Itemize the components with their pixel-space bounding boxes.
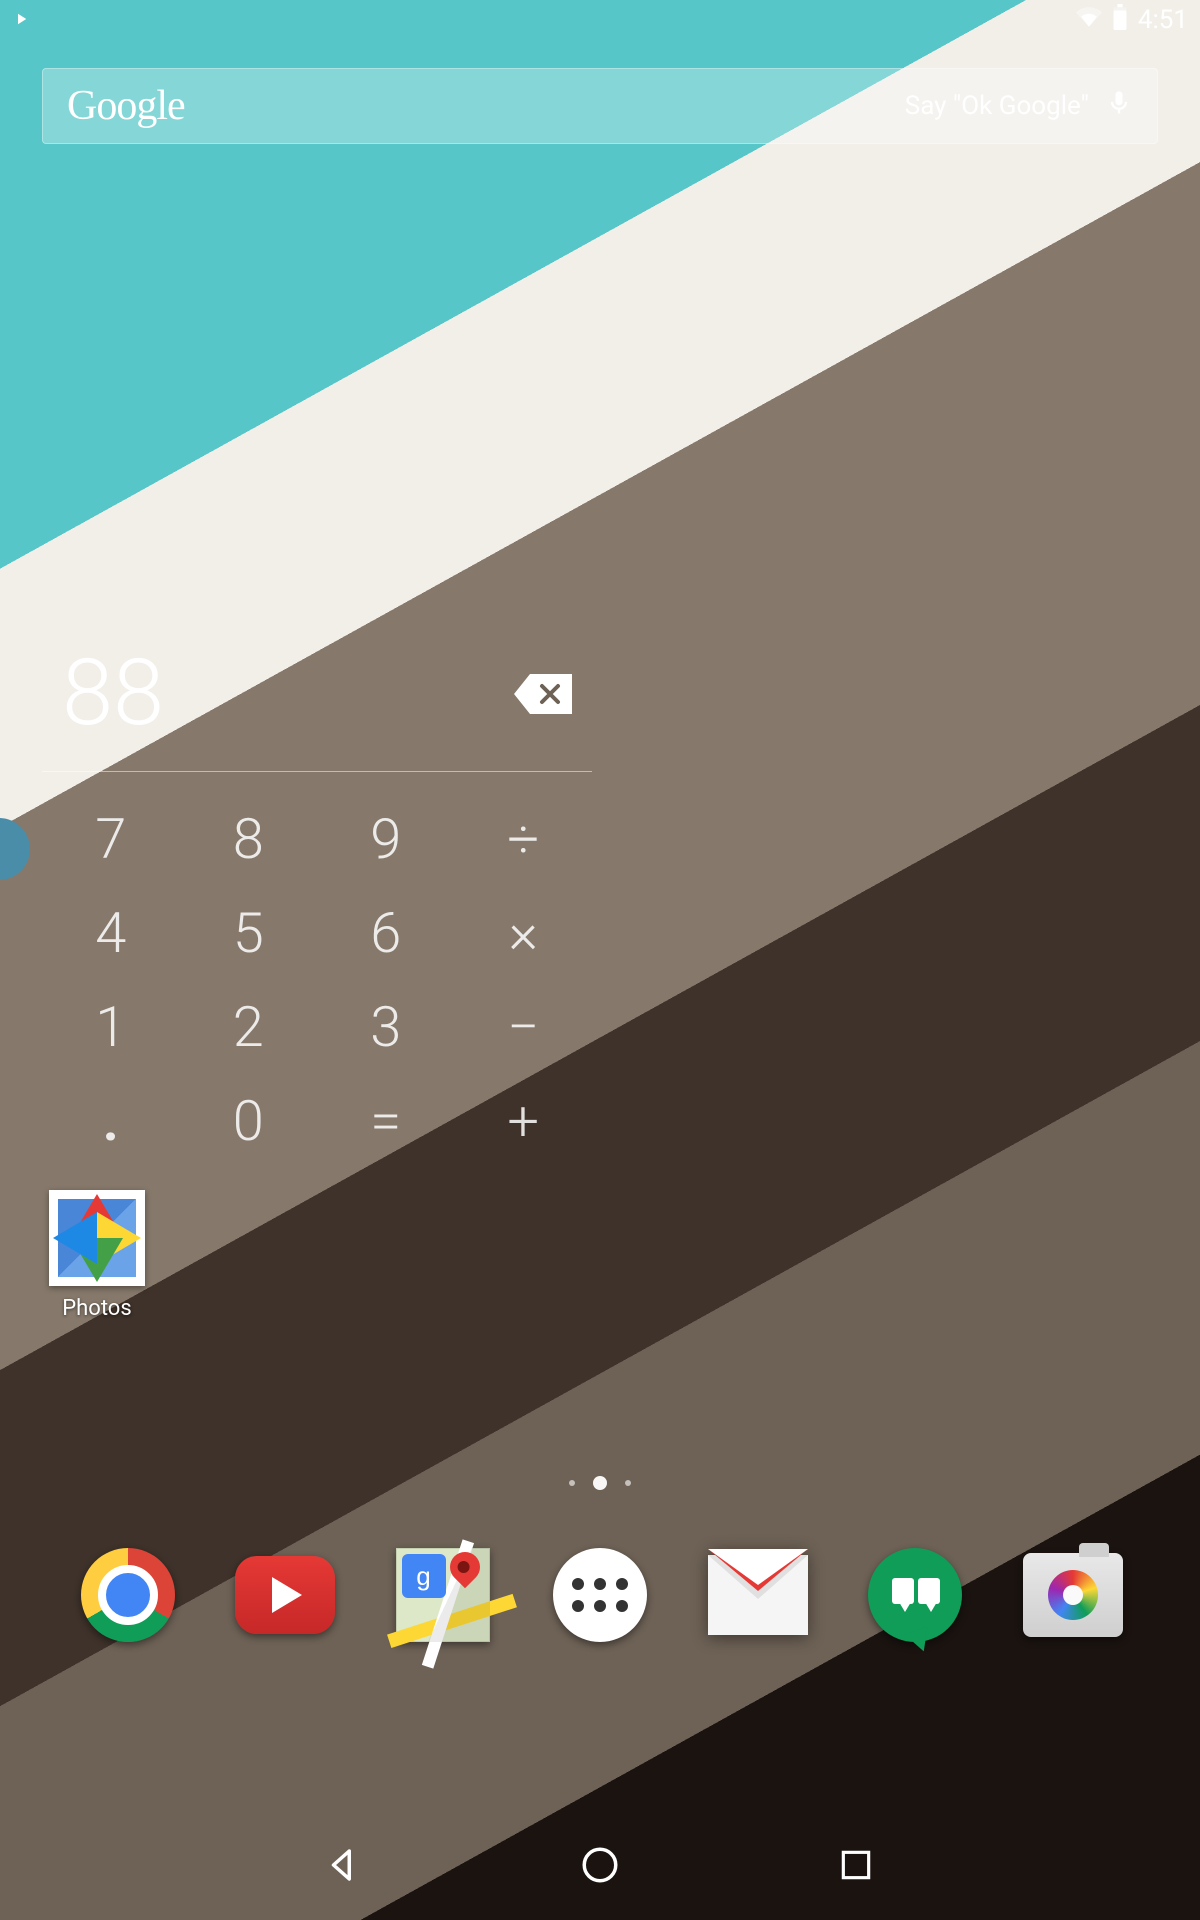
photos-app-shortcut[interactable]: Photos <box>32 1190 162 1321</box>
navigation-bar <box>0 1810 1200 1920</box>
key-minus[interactable]: − <box>455 980 593 1074</box>
dock: g <box>0 1520 1200 1670</box>
key-3[interactable]: 3 <box>317 980 455 1074</box>
camera-icon <box>1023 1553 1123 1637</box>
maps-app[interactable]: g <box>393 1545 493 1645</box>
hangouts-app[interactable] <box>865 1545 965 1645</box>
key-multiply[interactable]: × <box>455 886 593 980</box>
photos-label: Photos <box>62 1296 131 1321</box>
page-dot <box>569 1480 575 1486</box>
chrome-app[interactable] <box>78 1545 178 1645</box>
back-button[interactable] <box>316 1837 372 1893</box>
wifi-icon <box>1076 4 1102 36</box>
clock-text: 4:51 <box>1138 5 1188 35</box>
page-dot-current <box>593 1476 607 1490</box>
play-indicator-icon <box>12 6 30 34</box>
backspace-button[interactable] <box>514 674 572 714</box>
hangouts-icon <box>868 1548 962 1642</box>
gmail-icon <box>708 1555 808 1635</box>
key-7[interactable]: 7 <box>42 792 180 886</box>
page-dot <box>625 1480 631 1486</box>
key-0[interactable]: 0 <box>180 1074 318 1168</box>
google-logo: Google <box>67 82 185 130</box>
maps-icon: g <box>396 1548 490 1642</box>
key-1[interactable]: 1 <box>42 980 180 1074</box>
calculator-widget: 88 7 8 9 ÷ 4 5 6 × 1 2 3 − . 0 = + <box>42 640 592 1168</box>
app-drawer-button[interactable] <box>550 1545 650 1645</box>
calculator-display: 88 <box>62 640 164 747</box>
chrome-icon <box>81 1548 175 1642</box>
battery-icon <box>1112 4 1128 36</box>
key-decimal[interactable]: . <box>42 1074 180 1168</box>
gmail-app[interactable] <box>708 1545 808 1645</box>
app-drawer-icon <box>553 1548 647 1642</box>
key-8[interactable]: 8 <box>180 792 318 886</box>
camera-app[interactable] <box>1023 1545 1123 1645</box>
microphone-icon[interactable] <box>1105 89 1133 124</box>
key-4[interactable]: 4 <box>42 886 180 980</box>
voice-prompt-text: Say "Ok Google" <box>905 91 1089 121</box>
google-search-bar[interactable]: Google Say "Ok Google" <box>42 68 1158 144</box>
key-plus[interactable]: + <box>455 1074 593 1168</box>
key-divide[interactable]: ÷ <box>455 792 593 886</box>
key-2[interactable]: 2 <box>180 980 318 1074</box>
youtube-app[interactable] <box>235 1545 335 1645</box>
home-button[interactable] <box>572 1837 628 1893</box>
youtube-icon <box>235 1556 335 1634</box>
key-6[interactable]: 6 <box>317 886 455 980</box>
page-indicator[interactable] <box>569 1476 631 1490</box>
photos-icon <box>49 1190 145 1286</box>
recents-button[interactable] <box>828 1837 884 1893</box>
key-9[interactable]: 9 <box>317 792 455 886</box>
key-equals[interactable]: = <box>317 1074 455 1168</box>
key-5[interactable]: 5 <box>180 886 318 980</box>
status-bar: 4:51 <box>0 0 1200 40</box>
